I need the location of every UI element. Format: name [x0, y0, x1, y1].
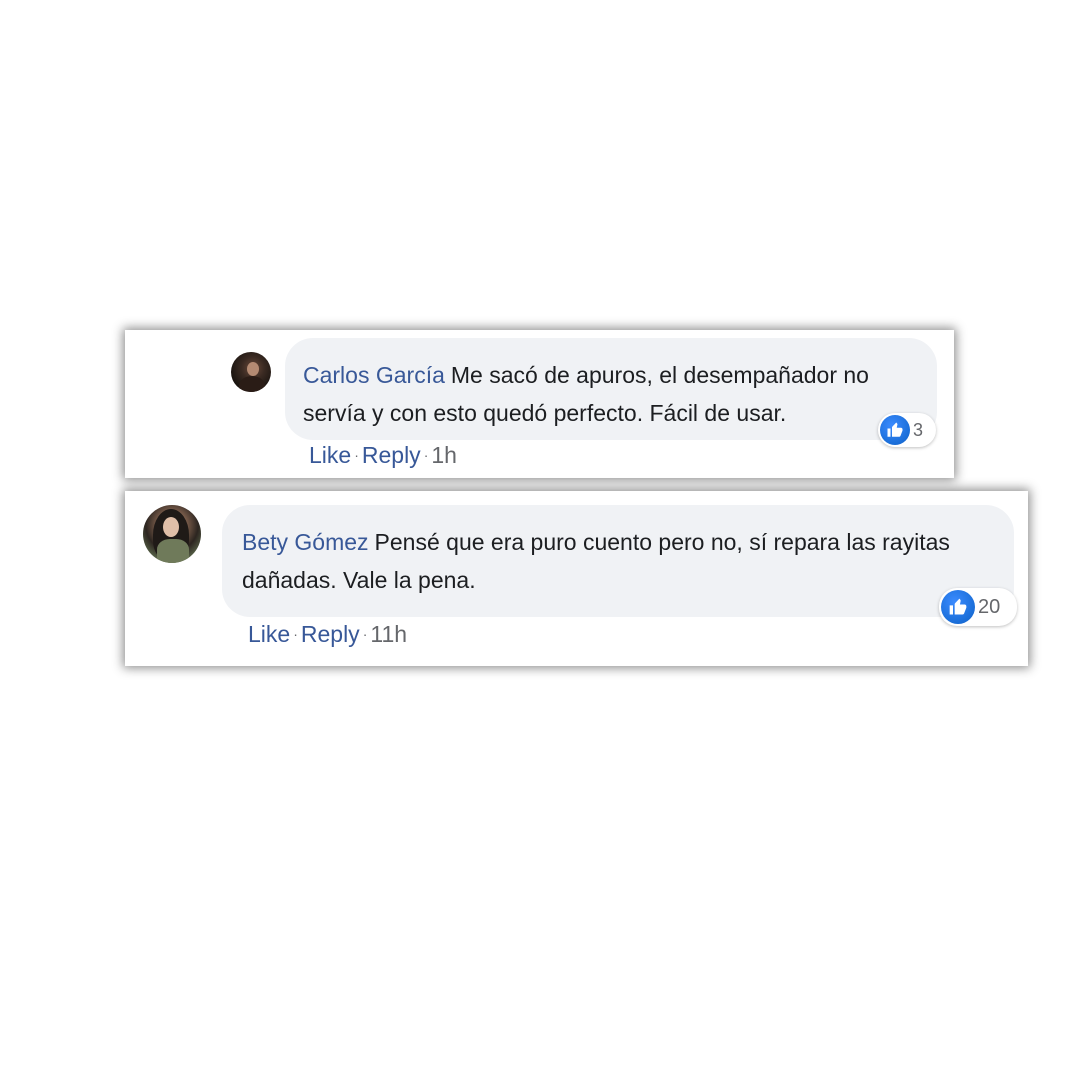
reply-link[interactable]: Reply — [301, 621, 360, 647]
comment-card: Bety Gómez Pensé que era puro cuento pero… — [125, 491, 1028, 666]
separator: · — [354, 447, 359, 463]
reaction-count: 3 — [913, 419, 924, 440]
separator: · — [362, 626, 368, 642]
thumbs-up-icon — [880, 415, 910, 445]
like-link[interactable]: Like — [309, 442, 351, 468]
separator: · — [423, 447, 429, 463]
comment-author[interactable]: Bety Gómez — [242, 529, 369, 555]
comment-timestamp[interactable]: 1h — [431, 442, 457, 468]
comment-bubble: Bety Gómez Pensé que era puro cuento pero… — [222, 505, 1014, 617]
reaction-summary[interactable]: 3 — [878, 413, 936, 447]
thumbs-up-icon — [941, 590, 975, 624]
reaction-count: 20 — [978, 595, 1001, 618]
comments-screenshot: Carlos García Me sacó de apuros, el desem… — [0, 0, 1080, 1080]
comment-actions: Like · Reply · 1h — [309, 442, 457, 469]
comment-bubble: Carlos García Me sacó de apuros, el desem… — [285, 338, 937, 440]
comment-card: Carlos García Me sacó de apuros, el desem… — [125, 330, 954, 478]
reply-link[interactable]: Reply — [362, 442, 421, 468]
comment-author[interactable]: Carlos García — [303, 362, 445, 388]
comment-actions: Like · Reply · 11h — [248, 621, 407, 648]
avatar[interactable] — [143, 505, 201, 563]
separator: · — [293, 626, 298, 642]
avatar[interactable] — [231, 352, 271, 392]
reaction-summary[interactable]: 20 — [939, 588, 1017, 626]
comment-timestamp[interactable]: 11h — [370, 621, 407, 647]
like-link[interactable]: Like — [248, 621, 290, 647]
